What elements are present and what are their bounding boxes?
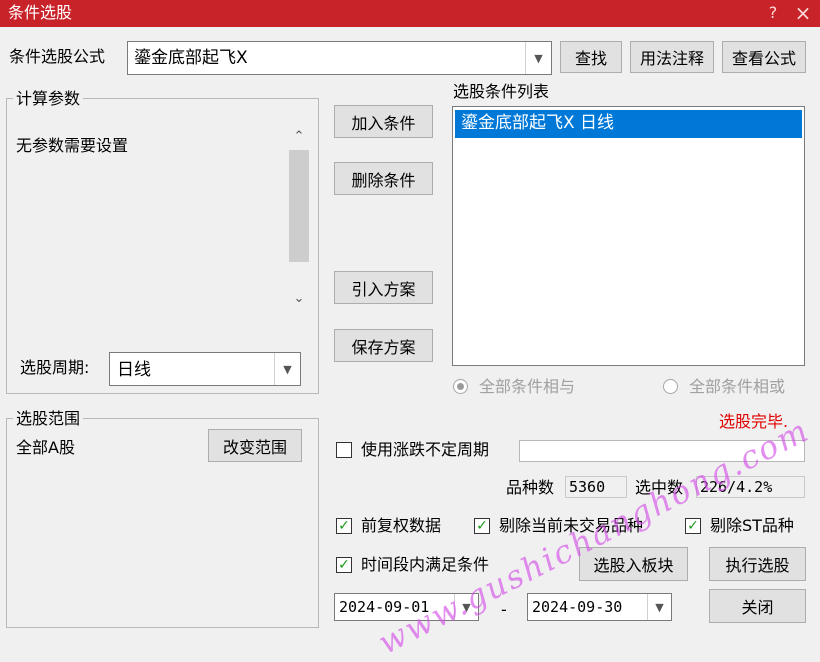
params-scrollbar[interactable]: ⌃ ⌄: [288, 126, 310, 311]
radio-and[interactable]: [453, 379, 468, 394]
range-value: 全部A股: [16, 438, 75, 457]
selected-count-value: 226/4.2%: [696, 476, 805, 498]
execute-selection-button[interactable]: 执行选股: [709, 547, 806, 581]
window-title: 条件选股: [8, 3, 73, 22]
usage-notes-button[interactable]: 用法注释: [630, 41, 714, 73]
params-group-title: 计算参数: [13, 90, 84, 108]
close-button[interactable]: 关闭: [709, 589, 806, 623]
pre-adjusted-checkbox[interactable]: ✓: [336, 518, 352, 534]
exclude-st-label: 剔除ST品种: [710, 516, 794, 535]
radio-and-label: 全部条件相与: [479, 377, 576, 396]
scroll-up-icon[interactable]: ⌃: [288, 126, 310, 148]
exclude-non-trading-checkbox[interactable]: ✓: [474, 518, 490, 534]
condition-listbox[interactable]: 鎏金底部起飞X 日线: [452, 106, 805, 366]
save-plan-button[interactable]: 保存方案: [334, 329, 433, 362]
condition-list-title: 选股条件列表: [453, 82, 550, 101]
range-group-title: 选股范围: [13, 410, 84, 428]
end-date-value: 2024-09-30: [532, 598, 623, 616]
time-period-checkbox[interactable]: ✓: [336, 557, 352, 573]
add-condition-button[interactable]: 加入条件: [334, 105, 433, 138]
delete-condition-button[interactable]: 删除条件: [334, 162, 433, 195]
title-bar: 条件选股 ? ×: [0, 0, 820, 27]
find-button[interactable]: 查找: [560, 41, 622, 73]
status-text: 选股完毕.: [719, 412, 789, 431]
variable-period-label: 使用涨跌不定周期: [361, 440, 490, 459]
scroll-down-icon[interactable]: ⌄: [288, 288, 310, 310]
view-formula-button[interactable]: 查看公式: [722, 41, 806, 73]
time-period-label: 时间段内满足条件: [361, 555, 490, 574]
variable-period-input[interactable]: [519, 440, 805, 462]
start-date-value: 2024-09-01: [339, 598, 430, 616]
chevron-down-icon[interactable]: ▼: [647, 594, 671, 620]
variety-count-label: 品种数: [506, 478, 555, 497]
pre-adjusted-label: 前复权数据: [361, 516, 442, 535]
close-icon[interactable]: ×: [792, 2, 814, 24]
variable-period-checkbox[interactable]: [336, 442, 352, 458]
period-value: 日线: [117, 360, 151, 380]
params-message: 无参数需要设置: [16, 136, 129, 155]
scroll-thumb[interactable]: [289, 150, 309, 262]
radio-or[interactable]: [663, 379, 678, 394]
period-combo[interactable]: 日线 ▼: [109, 352, 301, 386]
selected-count-label: 选中数: [635, 478, 684, 497]
help-icon[interactable]: ?: [762, 2, 784, 24]
formula-combo[interactable]: 鎏金底部起飞X ▼: [127, 41, 552, 75]
add-to-block-button[interactable]: 选股入板块: [579, 547, 688, 581]
period-label: 选股周期:: [20, 358, 90, 377]
formula-label: 条件选股公式: [9, 47, 106, 66]
import-plan-button[interactable]: 引入方案: [334, 271, 433, 304]
start-date-picker[interactable]: 2024-09-01 ▼: [334, 593, 479, 621]
end-date-picker[interactable]: 2024-09-30 ▼: [527, 593, 672, 621]
list-item[interactable]: 鎏金底部起飞X 日线: [455, 110, 802, 138]
exclude-non-trading-label: 剔除当前未交易品种: [499, 516, 644, 535]
chevron-down-icon[interactable]: ▼: [274, 353, 300, 385]
variety-count-value: 5360: [565, 476, 627, 498]
formula-value: 鎏金底部起飞X: [134, 48, 248, 68]
chevron-down-icon[interactable]: ▼: [454, 594, 478, 620]
change-range-button[interactable]: 改变范围: [208, 429, 302, 462]
chevron-down-icon[interactable]: ▼: [525, 42, 551, 74]
date-separator: -: [501, 600, 507, 619]
exclude-st-checkbox[interactable]: ✓: [685, 518, 701, 534]
radio-or-label: 全部条件相或: [689, 377, 786, 396]
